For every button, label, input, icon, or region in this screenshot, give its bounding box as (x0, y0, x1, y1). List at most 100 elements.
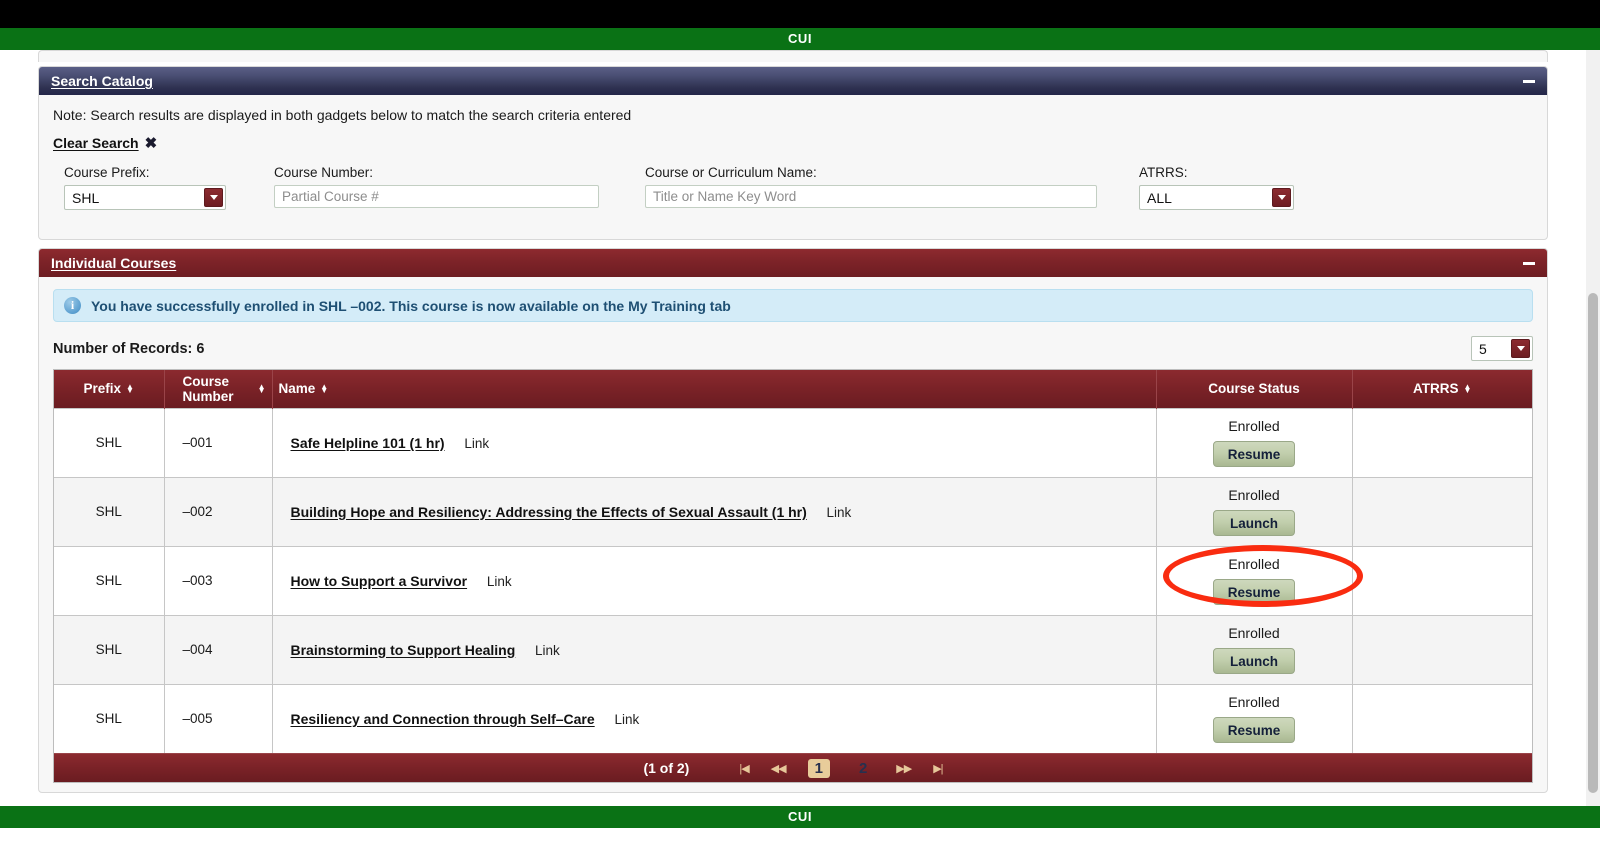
table-row: SHL –002 Building Hope and Resiliency: A… (54, 477, 1532, 546)
cell-course-number: –002 (164, 477, 272, 546)
launch-button[interactable]: Launch (1213, 510, 1295, 536)
cui-banner-bottom: CUI (0, 806, 1600, 828)
resume-button[interactable]: Resume (1213, 717, 1296, 743)
resume-button[interactable]: Resume (1213, 579, 1296, 605)
page-number-2[interactable]: 2 (852, 759, 874, 778)
column-header-name[interactable]: Name ▲▼ (272, 370, 1156, 408)
cell-prefix: SHL (54, 546, 164, 615)
status-badge: Enrolled (1228, 556, 1279, 572)
status-badge: Enrolled (1228, 694, 1279, 710)
vertical-scrollbar[interactable] (1586, 50, 1600, 806)
table-row: SHL –003 How to Support a Survivor Link … (54, 546, 1532, 615)
course-number-input[interactable] (274, 185, 599, 208)
sort-icon[interactable]: ▲▼ (320, 385, 328, 393)
cell-course-number: –001 (164, 408, 272, 477)
column-header-atrrs[interactable]: ATRRS ▲▼ (1352, 370, 1532, 408)
course-resource-link[interactable]: Link (487, 574, 512, 589)
course-prefix-select[interactable]: SHL (64, 185, 226, 210)
individual-courses-header: Individual Courses (39, 249, 1547, 277)
course-name-link[interactable]: Resiliency and Connection through Self–C… (291, 711, 595, 727)
gadget-stub-top (38, 50, 1548, 62)
search-fields-row: Course Prefix: SHL Course Number: Course (53, 165, 1533, 210)
cell-atrrs (1352, 546, 1532, 615)
course-name-field-group: Course or Curriculum Name: (645, 165, 1097, 208)
cell-name: Safe Helpline 101 (1 hr) Link (272, 408, 1156, 477)
cell-atrrs (1352, 477, 1532, 546)
page-number-1[interactable]: 1 (808, 759, 830, 778)
search-catalog-gadget: Search Catalog Note: Search results are … (38, 66, 1548, 240)
atrrs-field-group: ATRRS: ALL (1139, 165, 1294, 210)
collapse-icon-individual-courses[interactable] (1521, 255, 1537, 271)
browser-chrome-strip (0, 0, 1600, 28)
cell-atrrs (1352, 408, 1532, 477)
sort-icon[interactable]: ▲▼ (258, 385, 266, 393)
cell-atrrs (1352, 684, 1532, 753)
individual-courses-gadget: Individual Courses i You have successful… (38, 248, 1548, 793)
last-page-button[interactable]: ▶| (933, 762, 942, 775)
course-name-input[interactable] (645, 185, 1097, 208)
table-header-row: Prefix ▲▼ Course Number ▲▼ (54, 370, 1532, 408)
launch-button[interactable]: Launch (1213, 648, 1295, 674)
cell-course-number: –005 (164, 684, 272, 753)
next-page-button[interactable]: ▶▶ (896, 762, 911, 775)
sort-icon[interactable]: ▲▼ (126, 385, 134, 393)
cell-course-status: Enrolled Resume (1156, 546, 1352, 615)
courses-table-wrap: Prefix ▲▼ Course Number ▲▼ (53, 369, 1533, 783)
sort-icon[interactable]: ▲▼ (1464, 385, 1472, 393)
status-badge: Enrolled (1228, 487, 1279, 503)
course-number-field-group: Course Number: (274, 165, 599, 208)
cell-course-status: Enrolled Resume (1156, 408, 1352, 477)
course-name-link[interactable]: Building Hope and Resiliency: Addressing… (291, 504, 807, 520)
cell-prefix: SHL (54, 684, 164, 753)
cell-prefix: SHL (54, 615, 164, 684)
individual-courses-title[interactable]: Individual Courses (51, 255, 176, 271)
previous-page-button[interactable]: ◀◀ (771, 762, 786, 775)
status-badge: Enrolled (1228, 418, 1279, 434)
course-prefix-value: SHL (65, 190, 99, 206)
scrollbar-thumb[interactable] (1588, 293, 1598, 793)
atrrs-select[interactable]: ALL (1139, 185, 1294, 210)
courses-table-head: Prefix ▲▼ Course Number ▲▼ (54, 370, 1532, 408)
atrrs-label: ATRRS: (1139, 165, 1294, 180)
chevron-down-icon[interactable] (1511, 339, 1530, 358)
clear-search-button[interactable]: Clear Search ✖ (53, 135, 157, 151)
first-page-button[interactable]: |◀ (739, 762, 748, 775)
column-header-prefix[interactable]: Prefix ▲▼ (54, 370, 164, 408)
chevron-down-icon[interactable] (204, 188, 223, 207)
table-row: SHL –004 Brainstorming to Support Healin… (54, 615, 1532, 684)
column-header-course-status[interactable]: Course Status (1156, 370, 1352, 408)
records-count-label: Number of Records: 6 (53, 341, 204, 357)
pagination-count: (1 of 2) (643, 760, 689, 776)
course-name-link[interactable]: Safe Helpline 101 (1 hr) (291, 435, 445, 451)
course-name-link[interactable]: How to Support a Survivor (291, 573, 468, 589)
course-resource-link[interactable]: Link (614, 712, 639, 727)
search-note: Note: Search results are displayed in bo… (53, 107, 1533, 123)
course-resource-link[interactable]: Link (535, 643, 560, 658)
column-header-name-label: Name (279, 381, 316, 396)
cell-atrrs (1352, 615, 1532, 684)
course-prefix-label: Course Prefix: (64, 165, 226, 180)
screenshot-root: CUI Search Catalog Note: Search results … (0, 0, 1600, 845)
course-resource-link[interactable]: Link (464, 436, 489, 451)
column-header-atrrs-label: ATRRS (1413, 381, 1459, 396)
page-size-select[interactable]: 5 (1471, 336, 1533, 361)
chevron-down-icon[interactable] (1272, 188, 1291, 207)
cell-course-number: –003 (164, 546, 272, 615)
collapse-icon-search-catalog[interactable] (1521, 73, 1537, 89)
cell-course-status: Enrolled Launch (1156, 477, 1352, 546)
enrollment-success-alert: i You have successfully enrolled in SHL … (53, 289, 1533, 322)
search-catalog-title[interactable]: Search Catalog (51, 73, 153, 89)
table-row: SHL –001 Safe Helpline 101 (1 hr) Link E… (54, 408, 1532, 477)
cell-prefix: SHL (54, 408, 164, 477)
courses-table: Prefix ▲▼ Course Number ▲▼ (54, 370, 1532, 753)
cell-name: How to Support a Survivor Link (272, 546, 1156, 615)
course-number-label: Course Number: (274, 165, 599, 180)
info-icon: i (64, 297, 81, 314)
search-catalog-body: Note: Search results are displayed in bo… (39, 95, 1547, 210)
course-name-link[interactable]: Brainstorming to Support Healing (291, 642, 516, 658)
course-resource-link[interactable]: Link (827, 505, 852, 520)
column-header-course-number[interactable]: Course Number ▲▼ (164, 370, 272, 408)
resume-button[interactable]: Resume (1213, 441, 1296, 467)
column-header-course-status-label: Course Status (1208, 381, 1300, 396)
content-area: Search Catalog Note: Search results are … (26, 50, 1571, 806)
